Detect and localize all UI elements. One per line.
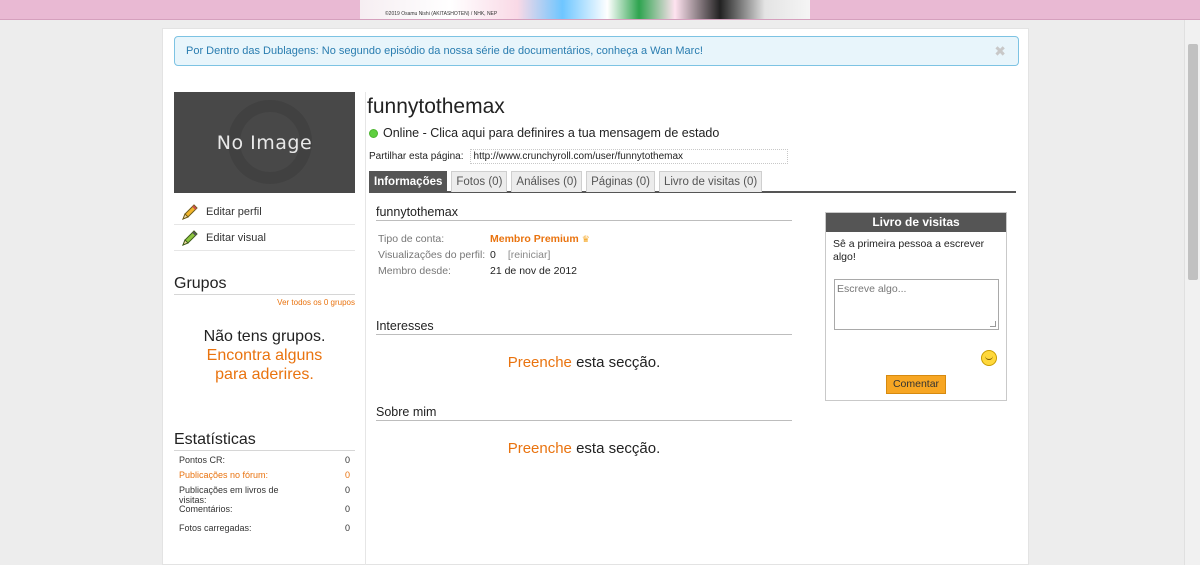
account-type-label: Tipo de conta:	[378, 233, 445, 245]
stat-value: 0	[344, 470, 350, 480]
profile-info: funnytothemax Tipo de conta: Membro Prem…	[376, 205, 792, 457]
edit-visual-label: Editar visual	[206, 231, 266, 244]
about-fill-prompt: Preenche esta secção.	[376, 440, 792, 457]
banner-artwork[interactable]	[360, 0, 810, 19]
reset-views-link[interactable]: [reiniciar]	[508, 247, 551, 263]
status-message-link[interactable]: Online - Clica aqui para definires a tua…	[369, 126, 719, 140]
stat-row: Publicações em livros de visitas: 0	[174, 485, 355, 505]
stat-label: Pontos CR:	[179, 455, 226, 465]
stat-value: 0	[344, 504, 350, 514]
interests-fill-prompt: Preenche esta secção.	[376, 354, 792, 371]
avatar: No Image	[174, 92, 355, 193]
fill-about-link[interactable]: Preenche	[508, 440, 572, 457]
interests-title: Interesses	[376, 319, 792, 335]
vertical-scrollbar[interactable]	[1184, 20, 1200, 565]
tab-informacoes[interactable]: Informações	[369, 171, 448, 192]
tab-paginas[interactable]: Páginas (0)	[586, 171, 655, 192]
share-page: Partilhar esta página: http://www.crunch…	[369, 149, 788, 164]
fill-text: esta secção.	[571, 354, 661, 371]
about-title: Sobre mim	[376, 405, 792, 421]
pencil-icon	[182, 203, 198, 220]
profile-views-value: 0	[490, 249, 496, 261]
status-text: Online - Clica aqui para definires a tua…	[383, 126, 720, 140]
banner-credit: ©2019 Osamu Nishi (AKITASHOTEN) / NHK, N…	[385, 11, 498, 17]
no-groups-text: Não tens grupos.	[203, 328, 326, 345]
find-groups-link[interactable]: Encontra alguns	[174, 346, 355, 365]
guestbook-empty-message: Sê a primeira pessoa a escrever algo!	[833, 238, 985, 263]
stat-row: Comentários: 0	[174, 504, 355, 514]
resize-grip-icon[interactable]	[990, 321, 996, 327]
profile-views-label: Visualizações do perfil:	[378, 249, 486, 261]
left-sidebar: Editar perfil Editar visual Grupos Ver t…	[174, 199, 355, 538]
stat-label: Fotos carregadas:	[179, 523, 252, 533]
see-all-groups-link[interactable]: Ver todos os 0 grupos	[174, 298, 355, 307]
account-type-value[interactable]: Membro Premium	[490, 231, 579, 247]
crown-icon: ♛	[581, 234, 590, 244]
member-since-label: Membro desde:	[378, 265, 451, 277]
scrollbar-thumb[interactable]	[1188, 44, 1198, 280]
avatar-placeholder-text: No Image	[216, 131, 313, 154]
profile-page: Por Dentro das Dublagens: No segundo epi…	[162, 28, 1029, 565]
stat-label: Publicações no fórum:	[179, 470, 269, 480]
fill-text: esta secção.	[571, 440, 661, 457]
groups-title: Grupos	[174, 275, 355, 295]
profile-tabs: Informações Fotos (0) Análises (0) Págin…	[369, 171, 1016, 193]
share-url-field[interactable]: http://www.crunchyroll.com/user/funnytot…	[469, 149, 788, 164]
guestbook-widget: Livro de visitas Sê a primeira pessoa a …	[825, 212, 1007, 401]
tab-livro-de-visitas[interactable]: Livro de visitas (0)	[658, 171, 763, 192]
profile-username: funnytothemax	[367, 95, 505, 118]
stat-row: Fotos carregadas: 0	[174, 523, 355, 533]
announcement-notice: Por Dentro das Dublagens: No segundo epi…	[174, 36, 1019, 66]
smiley-icon[interactable]	[981, 350, 997, 366]
edit-profile-label: Editar perfil	[206, 205, 262, 218]
fill-interests-link[interactable]: Preenche	[508, 354, 572, 371]
stat-row-forum[interactable]: Publicações no fórum: 0	[174, 470, 355, 480]
find-groups-link-line2[interactable]: para aderires.	[174, 365, 355, 384]
no-groups-message: Não tens grupos. Encontra alguns para ad…	[174, 327, 355, 384]
announcement-link[interactable]: Por Dentro das Dublagens: No segundo epi…	[186, 45, 703, 57]
stat-value: 0	[344, 455, 350, 465]
stat-value: 0	[344, 485, 350, 495]
info-title: funnytothemax	[376, 205, 792, 221]
stat-value: 0	[344, 523, 350, 533]
stats-title: Estatísticas	[174, 431, 355, 451]
guestbook-comment-input[interactable]: Escreve algo...	[834, 279, 999, 330]
stat-row: Pontos CR: 0	[174, 455, 355, 465]
member-since-value: 21 de nov de 2012	[490, 265, 577, 277]
comment-button[interactable]: Comentar	[886, 375, 946, 394]
profile-views-row: Visualizações do perfil: 0 [reiniciar]	[376, 247, 792, 263]
share-label: Partilhar esta página:	[369, 151, 464, 162]
pencil-icon	[182, 229, 198, 246]
online-status-icon	[369, 128, 378, 138]
stats-list: Pontos CR: 0 Publicações no fórum: 0 Pub…	[174, 455, 355, 533]
tab-analises[interactable]: Análises (0)	[511, 171, 583, 192]
account-info: Tipo de conta: Membro Premium ♛ Visualiz…	[376, 231, 792, 279]
stat-label: Publicações em livros de visitas:	[179, 485, 279, 505]
column-divider	[365, 92, 366, 565]
member-since-row: Membro desde: 21 de nov de 2012	[376, 263, 792, 279]
edit-visual-link[interactable]: Editar visual	[174, 225, 355, 251]
stat-label: Comentários:	[179, 504, 233, 514]
guestbook-title: Livro de visitas	[826, 213, 1006, 232]
close-icon[interactable]: ✖	[994, 44, 1006, 58]
edit-profile-link[interactable]: Editar perfil	[174, 199, 355, 225]
tab-fotos[interactable]: Fotos (0)	[451, 171, 508, 192]
top-banner[interactable]: ©2019 Osamu Nishi (AKITASHOTEN) / NHK, N…	[0, 0, 1200, 20]
account-type-row: Tipo de conta: Membro Premium ♛	[376, 231, 792, 247]
